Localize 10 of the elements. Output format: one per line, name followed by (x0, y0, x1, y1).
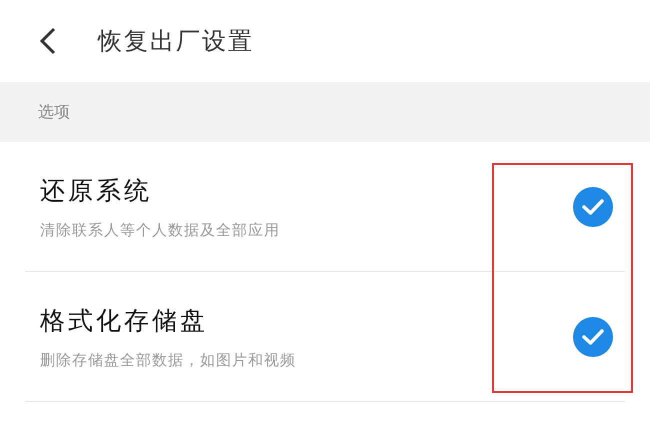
option-row[interactable]: 还原系统 清除联系人等个人数据及全部应用 (25, 142, 625, 272)
option-description: 删除存储盘全部数据，如图片和视频 (40, 350, 296, 370)
option-row[interactable]: 格式化存储盘 删除存储盘全部数据，如图片和视频 (25, 272, 625, 402)
option-title: 还原系统 (40, 174, 153, 206)
page-title: 恢复出厂设置 (98, 26, 254, 57)
option-title: 格式化存储盘 (40, 304, 209, 336)
checkbox[interactable] (573, 316, 613, 356)
checkbox[interactable] (573, 186, 613, 226)
option-description: 清除联系人等个人数据及全部应用 (40, 220, 280, 240)
section-label: 选项 (38, 102, 70, 122)
